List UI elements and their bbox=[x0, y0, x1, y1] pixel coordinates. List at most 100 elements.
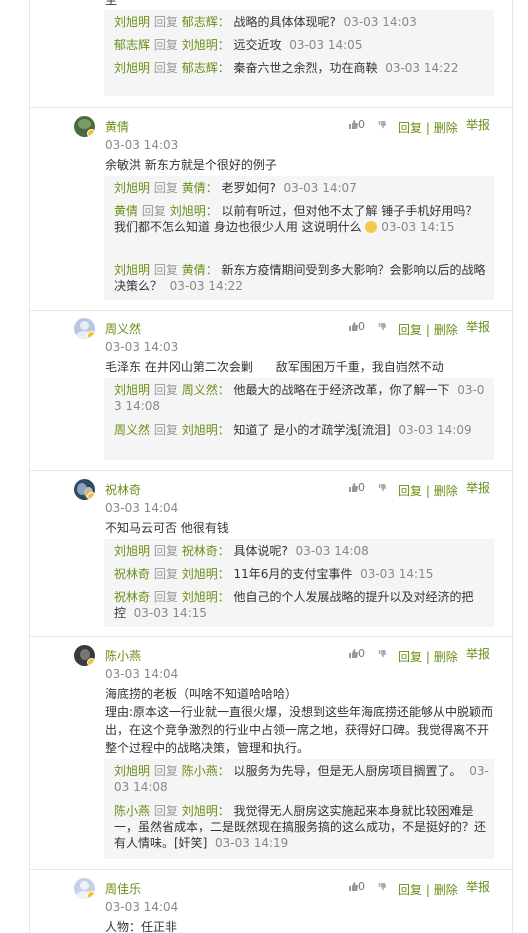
comment-time: 03-03 14:04 bbox=[105, 900, 179, 914]
reply-to[interactable]: 刘旭明： bbox=[182, 804, 230, 818]
thumb-down-icon[interactable] bbox=[378, 650, 386, 658]
reply-link[interactable]: 回复 bbox=[398, 883, 422, 897]
report-link[interactable]: 举报 bbox=[466, 646, 490, 662]
reply-time: 03-03 14:05 bbox=[289, 38, 363, 52]
reply-to[interactable]: 祝林奇： bbox=[182, 544, 230, 558]
avatar[interactable] bbox=[74, 318, 95, 339]
reply-item: 陈小燕 回复 刘旭明： 我觉得无人厨房这实施起来本身就比较困难是一，虽然省成本，… bbox=[114, 803, 489, 851]
reply-time: 03-03 14:22 bbox=[385, 61, 459, 75]
reply-text: 老罗如何? bbox=[221, 181, 276, 195]
reply-from[interactable]: 郁志辉 bbox=[114, 38, 150, 52]
reply-link[interactable]: 回复 bbox=[398, 650, 422, 664]
avatar[interactable] bbox=[74, 645, 95, 666]
vote-count[interactable]: 0 bbox=[348, 117, 365, 133]
reply-to[interactable]: 刘旭明： bbox=[182, 590, 230, 604]
delete-link[interactable]: 删除 bbox=[434, 883, 458, 897]
avatar[interactable] bbox=[74, 878, 95, 899]
reply-box: 刘旭明 回复 祝林奇： 具体说呢? 03-03 14:08 祝林奇 回复 刘旭明… bbox=[104, 539, 494, 627]
comment-author[interactable]: 周佳乐 bbox=[105, 881, 141, 897]
comment-time: 03-03 14:03 bbox=[105, 138, 179, 152]
reply-from[interactable]: 黄倩 bbox=[114, 204, 138, 218]
delete-link[interactable]: 删除 bbox=[434, 121, 458, 135]
action-separator: | bbox=[425, 121, 430, 135]
online-badge-icon bbox=[87, 331, 95, 339]
thumb-down-icon[interactable] bbox=[378, 121, 386, 129]
comment-time: 03-03 14:03 bbox=[105, 340, 179, 354]
vote-count-value: 0 bbox=[358, 320, 365, 333]
vote-count[interactable]: 0 bbox=[348, 879, 365, 895]
vote-count[interactable]: 0 bbox=[348, 646, 365, 662]
reply-to[interactable]: 郁志辉： bbox=[182, 15, 230, 29]
reply-from[interactable]: 祝林奇 bbox=[114, 590, 150, 604]
reply-to[interactable]: 黄倩： bbox=[182, 181, 218, 195]
reply-link[interactable]: 回复 bbox=[398, 323, 422, 337]
reply-from[interactable]: 祝林奇 bbox=[114, 567, 150, 581]
thumb-up-icon[interactable] bbox=[348, 321, 358, 331]
reply-from[interactable]: 刘旭明 bbox=[114, 181, 150, 195]
action-separator: | bbox=[425, 323, 430, 337]
reply-box: 刘旭明 回复 黄倩： 老罗如何? 03-03 14:07 黄倩 回复 刘旭明： … bbox=[104, 176, 494, 300]
thumb-down-icon[interactable] bbox=[378, 323, 386, 331]
avatar[interactable] bbox=[74, 116, 95, 137]
report-link[interactable]: 举报 bbox=[466, 480, 490, 496]
reply-from[interactable]: 陈小燕 bbox=[114, 804, 150, 818]
reply-item: 刘旭明 回复 郁志辉： 秦奋六世之余烈，功在商鞅 03-03 14:22 bbox=[114, 60, 489, 76]
comment-author[interactable]: 黄倩 bbox=[105, 119, 129, 135]
reply-word: 回复 bbox=[153, 567, 178, 581]
reply-from[interactable]: 刘旭明 bbox=[114, 263, 150, 277]
reply-to[interactable]: 郁志辉： bbox=[182, 61, 230, 75]
vote-count-value: 0 bbox=[358, 118, 365, 131]
reply-time: 03-03 14:03 bbox=[343, 15, 417, 29]
reply-from[interactable]: 刘旭明 bbox=[114, 61, 150, 75]
reply-to[interactable]: 刘旭明： bbox=[182, 38, 230, 52]
thinking-emoji-icon bbox=[365, 221, 378, 233]
reply-from[interactable]: 周义然 bbox=[114, 423, 150, 437]
comment-content-line: 出，在这个竞争激烈的行业中占领一席之地，获得好口碑。我觉得离不开 bbox=[105, 723, 490, 737]
online-badge-icon bbox=[87, 492, 95, 500]
vote-count[interactable]: 0 bbox=[348, 319, 365, 335]
report-link[interactable]: 举报 bbox=[466, 319, 490, 335]
avatar[interactable] bbox=[74, 479, 95, 500]
vote-count[interactable]: 0 bbox=[348, 480, 365, 496]
delete-link[interactable]: 删除 bbox=[434, 650, 458, 664]
report-link[interactable]: 举报 bbox=[466, 117, 490, 133]
online-badge-icon bbox=[87, 891, 95, 899]
reply-link[interactable]: 回复 bbox=[398, 121, 422, 135]
reply-to[interactable]: 周义然： bbox=[182, 383, 230, 397]
reply-text: 11年6月的支付宝事件 bbox=[233, 567, 353, 581]
reply-word: 回复 bbox=[153, 15, 178, 29]
thumb-down-icon[interactable] bbox=[378, 883, 386, 891]
thumb-up-icon[interactable] bbox=[348, 648, 358, 658]
reply-to[interactable]: 刘旭明： bbox=[170, 204, 218, 218]
reply-text: 战略的具体体现呢? bbox=[233, 15, 336, 29]
reply-from[interactable]: 刘旭明 bbox=[114, 544, 150, 558]
comment-time: 03-03 14:04 bbox=[105, 667, 179, 681]
reply-item: 刘旭明 回复 周义然： 他最大的战略在于经济改革，你了解一下 03-03 14:… bbox=[114, 382, 489, 414]
comment-author[interactable]: 祝林奇 bbox=[105, 482, 141, 498]
comment-author[interactable]: 陈小燕 bbox=[105, 648, 141, 664]
thumb-up-icon[interactable] bbox=[348, 119, 358, 129]
reply-word: 回复 bbox=[153, 423, 178, 437]
delete-link[interactable]: 删除 bbox=[434, 323, 458, 337]
reply-from[interactable]: 刘旭明 bbox=[114, 383, 150, 397]
comment-content-line: 理由:原本这一行业就一直很火爆，没想到这些年海底捞还能够从中脱颖而 bbox=[105, 705, 494, 719]
reply-link[interactable]: 回复 bbox=[398, 484, 422, 498]
reply-to[interactable]: 刘旭明： bbox=[182, 567, 230, 581]
reply-item: 刘旭明 回复 黄倩： 老罗如何? 03-03 14:07 bbox=[114, 180, 489, 196]
reply-to[interactable]: 黄倩： bbox=[182, 263, 218, 277]
reply-to[interactable]: 刘旭明： bbox=[182, 423, 230, 437]
reply-time: 03-03 14:15 bbox=[133, 606, 207, 620]
reply-time: 03-03 14:22 bbox=[169, 279, 243, 293]
report-link[interactable]: 举报 bbox=[466, 879, 490, 895]
reply-word: 回复 bbox=[153, 804, 178, 818]
delete-link[interactable]: 删除 bbox=[434, 484, 458, 498]
thumb-up-icon[interactable] bbox=[348, 482, 358, 492]
thumb-down-icon[interactable] bbox=[378, 484, 386, 492]
reply-from[interactable]: 刘旭明 bbox=[114, 15, 150, 29]
reply-to[interactable]: 陈小燕： bbox=[182, 764, 230, 778]
reply-text: 远交近攻 bbox=[233, 38, 282, 52]
vote-count-value: 0 bbox=[358, 880, 365, 893]
reply-from[interactable]: 刘旭明 bbox=[114, 764, 150, 778]
thumb-up-icon[interactable] bbox=[348, 881, 358, 891]
comment-author[interactable]: 周义然 bbox=[105, 321, 141, 337]
